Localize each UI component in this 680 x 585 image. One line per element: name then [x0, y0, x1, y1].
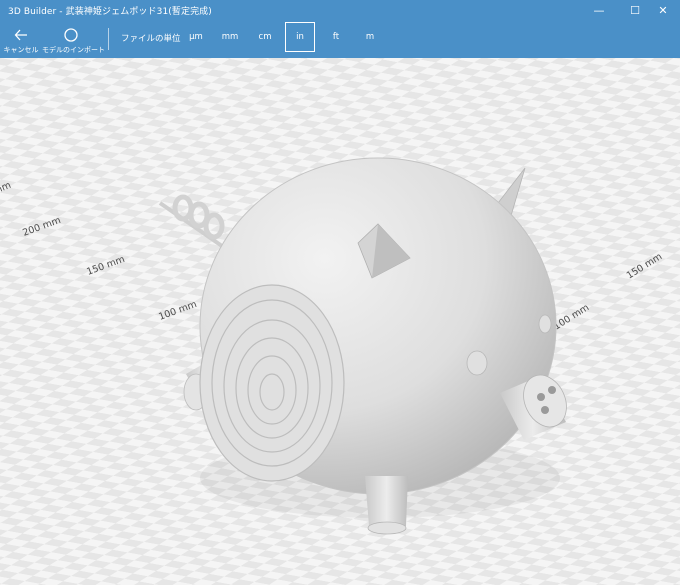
cancel-button[interactable]: キャンセル [2, 22, 40, 58]
toolbar-divider [108, 28, 109, 50]
close-button[interactable]: ✕ [646, 0, 680, 22]
import-model-button[interactable]: モデルのインポート [42, 22, 105, 58]
nub-side [538, 314, 552, 334]
unit-ft[interactable]: ft [321, 22, 351, 52]
toolbar: キャンセル モデルのインポート ファイルの単位 µm mm cm in ft m [0, 22, 680, 58]
import-model-label: モデルのインポート [42, 46, 105, 54]
unit-m[interactable]: m [355, 22, 385, 52]
3d-viewport[interactable]: mm 200 mm 150 mm 100 mm 100 mm 150 mm [0, 58, 680, 585]
title-bar: 3D Builder - 武装神姫ジェムポッド31(暫定完成) — ☐ ✕ [0, 0, 680, 22]
scene[interactable]: mm 200 mm 150 mm 100 mm 100 mm 150 mm [0, 58, 680, 585]
concentric-disc [199, 284, 345, 482]
circle-icon [64, 28, 78, 42]
window-title: 3D Builder - 武装神姫ジェムポッド31(暫定完成) [8, 7, 212, 17]
unit-cm[interactable]: cm [250, 22, 280, 52]
minimize-button[interactable]: — [582, 0, 616, 22]
cancel-label: キャンセル [3, 46, 39, 54]
unit-um[interactable]: µm [181, 22, 211, 52]
unit-in[interactable]: in [285, 22, 315, 52]
nub-front [466, 350, 488, 376]
back-arrow-icon [14, 29, 27, 41]
unit-mm[interactable]: mm [215, 22, 245, 52]
bottom-cylinder [365, 476, 408, 535]
file-units-label: ファイルの単位 [121, 34, 181, 44]
